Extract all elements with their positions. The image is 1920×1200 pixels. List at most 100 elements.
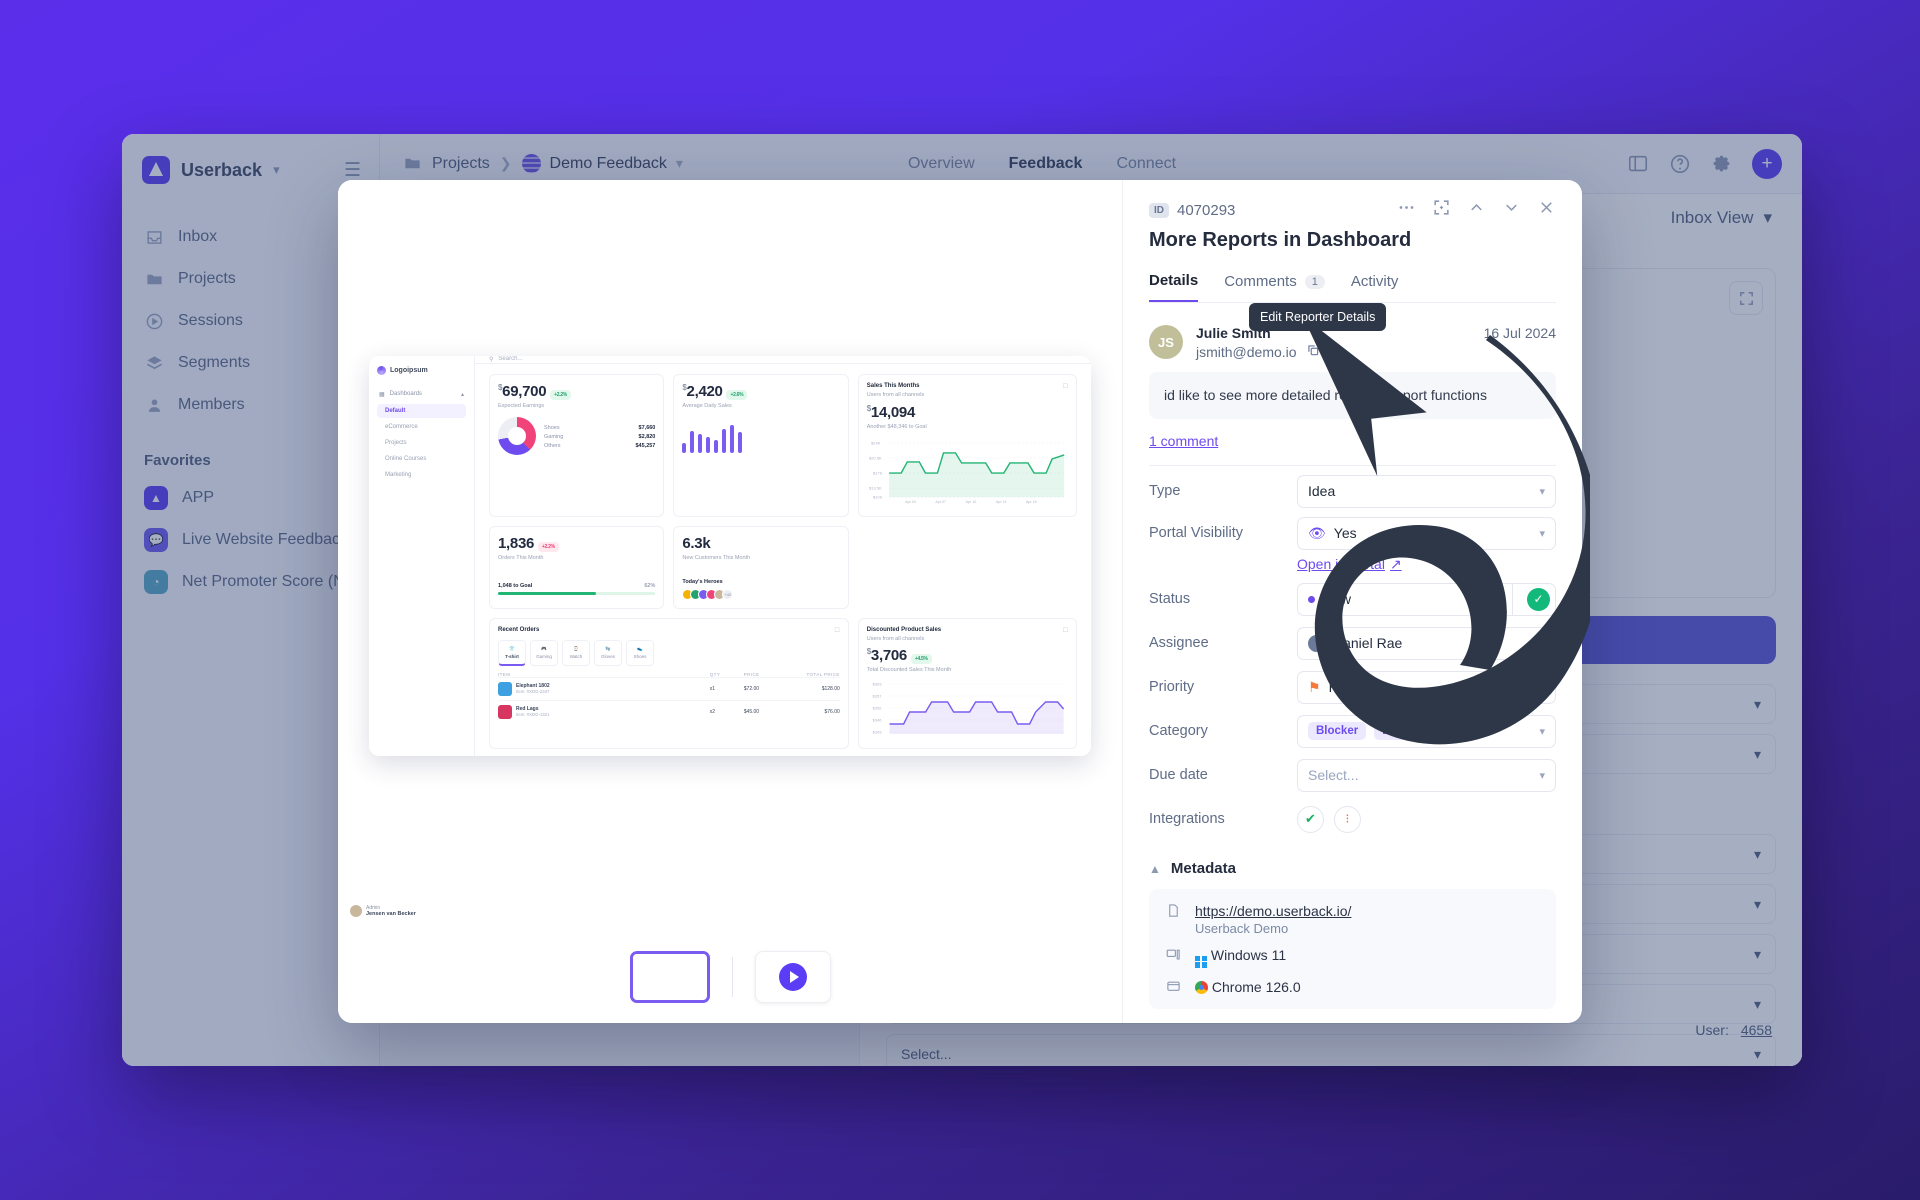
add-button[interactable]: +	[1752, 148, 1782, 179]
field-assignee: Assignee Daniel Rae ▾	[1149, 624, 1556, 662]
help-icon[interactable]	[1668, 152, 1692, 176]
metadata-heading[interactable]: ▲ Metadata	[1149, 860, 1556, 877]
tab-overview[interactable]: Overview	[908, 155, 975, 173]
favorite-item-nps[interactable]: ◔ Net Promoter Score (NPS	[132, 561, 369, 603]
field-open-in-portal: Open in portal ↗	[1149, 550, 1556, 578]
priority-select[interactable]: ⚑ High ▾	[1297, 670, 1556, 704]
chip-watch[interactable]: ⌚ Watch	[562, 639, 590, 666]
mock-nav-online-courses[interactable]: Online Courses	[377, 452, 466, 466]
widget-icon[interactable]	[1626, 152, 1650, 176]
chevron-down-icon: ▾	[1539, 485, 1545, 498]
chevron-down-icon: ▾	[1763, 208, 1772, 227]
col-price: PRICE	[743, 671, 760, 677]
tab-details[interactable]: Details	[1149, 272, 1199, 302]
edit-icon[interactable]	[1329, 343, 1343, 360]
card-menu-icon[interactable]: ☐	[1063, 383, 1068, 398]
sidebar-item-segments[interactable]: Segments	[132, 342, 369, 384]
chevron-down-icon[interactable]: ▾	[273, 162, 280, 178]
card-menu-icon[interactable]: ☐	[834, 627, 839, 634]
mock-nav-default[interactable]: Default	[377, 403, 466, 418]
top-navigation: Overview Feedback Connect	[908, 155, 1176, 173]
user-value[interactable]: 4658	[1741, 1022, 1772, 1038]
gear-icon[interactable]	[1710, 152, 1734, 176]
svg-text:Apr 13: Apr 13	[996, 500, 1007, 504]
search-icon: ⚲	[489, 356, 494, 363]
metadata-box: https://demo.userback.io/ Userback Demo …	[1149, 889, 1556, 1009]
copy-icon[interactable]	[1306, 343, 1320, 360]
video-thumbnail[interactable]	[754, 951, 831, 1003]
bg-field-due-date[interactable]: Select... ▾	[886, 1034, 1776, 1066]
page-title: More Reports in Dashboard	[1149, 229, 1412, 251]
label: Online Courses	[385, 455, 427, 462]
screenshot-pane: Logoipsum ▦ Dashboards ▴ Default eCommer…	[338, 180, 1122, 1023]
mock-search-bar[interactable]: ⚲ Search...	[475, 356, 1091, 364]
screenshot-thumbnail[interactable]	[629, 951, 710, 1003]
open-in-portal-link[interactable]: Open in portal ↗	[1297, 556, 1402, 573]
card-menu-icon[interactable]: ☐	[1063, 627, 1068, 642]
next-icon[interactable]	[1502, 198, 1521, 217]
close-icon[interactable]	[1537, 198, 1556, 217]
tab-activity[interactable]: Activity	[1351, 272, 1399, 302]
search-placeholder: Search...	[498, 356, 523, 362]
type-select[interactable]: Idea ▾	[1297, 474, 1556, 508]
chip-gloves[interactable]: 🧤 Gloves	[594, 639, 622, 666]
favorite-item-app[interactable]: ▲ APP	[132, 477, 369, 519]
chevron-down-icon: ▾	[1539, 725, 1545, 738]
chevron-right-icon: ❯	[499, 155, 512, 171]
mock-nav-marketing[interactable]: Marketing	[377, 468, 466, 482]
status-select[interactable]: New ▾	[1297, 582, 1513, 616]
mock-nav-ecommerce[interactable]: eCommerce	[377, 420, 466, 434]
eye-icon: 👁	[1308, 524, 1326, 541]
breadcrumb-root[interactable]: Projects	[432, 155, 490, 173]
expand-icon[interactable]	[1729, 281, 1763, 315]
previous-icon[interactable]	[1467, 198, 1486, 217]
tab-connect[interactable]: Connect	[1116, 155, 1176, 173]
tab-comments[interactable]: Comments 1	[1224, 272, 1325, 302]
svg-text:Apr 07: Apr 07	[935, 500, 946, 504]
progress-bar	[498, 591, 656, 595]
asana-icon[interactable]: ⁝	[1334, 805, 1361, 833]
page-icon	[1165, 903, 1182, 918]
heroes-label: Today's Heroes	[682, 578, 723, 585]
goal-pct: 62%	[644, 582, 656, 589]
chip-gaming[interactable]: 🎮 Gaming	[530, 639, 558, 666]
portal-visibility-select[interactable]: 👁 Yes ▾	[1297, 516, 1556, 550]
category-select[interactable]: Blocker Dashboard ▾	[1297, 714, 1556, 748]
value: 1,836	[498, 534, 535, 552]
more-options-icon[interactable]	[1397, 198, 1416, 217]
sidebar-item-sessions[interactable]: Sessions	[132, 300, 369, 342]
comment-count-link[interactable]: 1 comment	[1149, 433, 1218, 449]
confirm-status-button[interactable]: ✓	[1527, 587, 1550, 611]
inbox-view-selector[interactable]: Inbox View ▾	[1671, 208, 1772, 228]
due-date-select[interactable]: Select... ▾	[1297, 758, 1556, 792]
assignee-select[interactable]: Daniel Rae ▾	[1297, 626, 1556, 660]
menu-collapse-icon[interactable]: ☰	[344, 161, 361, 180]
sidebar-item-members[interactable]: Members	[132, 384, 369, 426]
chip-tshirt[interactable]: 👕 T-shirt	[498, 639, 526, 666]
mock-nav-projects[interactable]: Projects	[377, 436, 466, 450]
sidebar-item-inbox[interactable]: Inbox	[132, 216, 369, 258]
grid-icon: ▦	[379, 391, 385, 398]
svg-text:Apr 04: Apr 04	[905, 500, 916, 504]
kpi-value: $69,700 +2.2%	[498, 383, 655, 400]
jira-check-icon[interactable]: ✔	[1297, 805, 1324, 833]
reporter-email-row: jsmith@demo.io	[1196, 343, 1343, 360]
brand-name: Userback	[181, 159, 263, 180]
chevron-down-icon[interactable]: ▾	[676, 155, 683, 172]
tab-feedback[interactable]: Feedback	[1009, 155, 1083, 173]
flag-icon: ⚑	[1308, 678, 1321, 695]
svg-text:$13.5K: $13.5K	[869, 485, 882, 490]
sidebar-item-projects[interactable]: Projects	[132, 258, 369, 300]
expand-icon[interactable]	[1432, 198, 1451, 217]
breadcrumb-project[interactable]: Demo Feedback ▾	[521, 154, 683, 173]
total: $76.00	[824, 708, 840, 715]
favorite-item-live-website-feedback[interactable]: 💬 Live Website Feedback ...	[132, 519, 369, 561]
field-label: Due date	[1149, 767, 1208, 783]
metadata-url[interactable]: https://demo.userback.io/	[1195, 903, 1351, 919]
feedback-id: 4070293	[1177, 202, 1236, 219]
favorite-label: APP	[182, 489, 215, 506]
chip-shoes[interactable]: 👟 Shoes	[626, 639, 654, 666]
mock-sidebar: Logoipsum ▦ Dashboards ▴ Default eCommer…	[350, 355, 475, 917]
field-label: Portal Visibility	[1149, 525, 1244, 541]
chevron-down-icon: ▾	[1753, 895, 1761, 912]
